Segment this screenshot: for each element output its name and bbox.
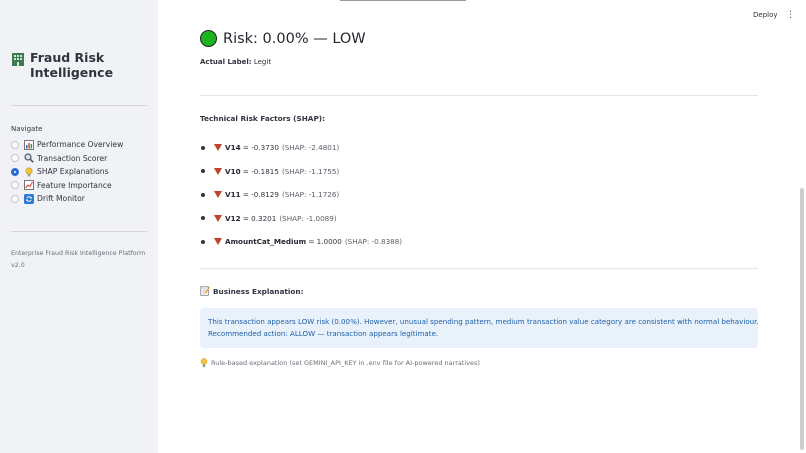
nav-item-label: Feature Importance	[37, 180, 112, 190]
factor-name: AmountCat_Medium	[225, 237, 307, 247]
down-triangle-icon	[214, 214, 222, 222]
radio-button[interactable]	[11, 140, 19, 149]
bar-chart-icon	[24, 139, 34, 150]
factor-name: V10	[225, 166, 241, 176]
section-divider	[200, 95, 758, 96]
sidebar: Fraud Risk Intelligence Navigate Perform…	[0, 0, 158, 453]
bullet-icon	[201, 239, 205, 244]
list-item: V11 = -0.8129 (SHAP: -1.1726)	[200, 183, 402, 207]
risk-factor-list: V14 = -0.3730 (SHAP: -2.4801) V10 = -0.18…	[200, 136, 402, 254]
app-title: Fraud Risk Intelligence	[30, 50, 114, 80]
building-icon	[12, 53, 24, 66]
radio-button[interactable]	[11, 154, 19, 163]
bullet-icon	[201, 169, 205, 174]
radio-button[interactable]	[11, 194, 19, 203]
factor-value: = 1.0000	[308, 237, 342, 247]
list-item: V14 = -0.3730 (SHAP: -2.4801)	[200, 136, 402, 160]
scrollbar-thumb[interactable]	[800, 188, 804, 450]
factor-shap: (SHAP: -1.0089)	[279, 213, 337, 223]
deploy-button[interactable]: Deploy	[753, 11, 778, 19]
top-scroll-indicator	[340, 0, 466, 1]
factor-shap: (SHAP: -0.8388)	[344, 237, 403, 247]
nav-label: Navigate	[11, 125, 43, 133]
actual-label: Actual Label: Legit	[200, 58, 271, 66]
factor-value: = -0.8129	[242, 190, 279, 200]
list-item: V12 = 0.3201 (SHAP: -1.0089)	[200, 207, 402, 231]
explanation-info-box: This transaction appears LOW risk (0.00%…	[200, 308, 759, 348]
sidebar-divider	[11, 231, 147, 232]
radio-button-selected[interactable]	[11, 167, 19, 176]
green-circle-icon	[200, 30, 217, 47]
nav-item-performance-overview[interactable]: Performance Overview	[11, 138, 123, 152]
lightbulb-icon	[200, 358, 208, 368]
technical-factors-title: Technical Risk Factors (SHAP):	[200, 114, 326, 123]
nav-item-label: SHAP Explanations	[37, 167, 109, 177]
down-triangle-icon	[214, 167, 222, 175]
factor-name: V12	[225, 213, 241, 223]
nav-item-transaction-scorer[interactable]: Transaction Scorer	[11, 152, 123, 166]
nav-item-shap-explanations[interactable]: SHAP Explanations	[11, 165, 123, 179]
factor-name: V14	[225, 143, 241, 153]
recommended-action-text: Recommended action: ALLOW — transaction …	[208, 329, 439, 338]
bullet-icon	[201, 192, 205, 197]
nav-item-feature-importance[interactable]: Feature Importance	[11, 179, 123, 193]
risk-heading: Risk: 0.00% — LOW	[200, 30, 366, 47]
business-explanation-title-text: Business Explanation:	[213, 286, 304, 296]
main-menu-kebab-icon[interactable]: ⋮	[786, 10, 795, 20]
factor-shap: (SHAP: -2.4801)	[281, 143, 340, 153]
nav-item-label: Performance Overview	[37, 140, 124, 150]
section-divider	[200, 268, 758, 269]
memo-icon	[200, 286, 210, 296]
nav-item-label: Transaction Scorer	[37, 153, 108, 163]
down-triangle-icon	[214, 191, 222, 199]
explanation-text: This transaction appears LOW risk (0.00%…	[208, 317, 759, 326]
down-triangle-icon	[214, 238, 222, 246]
factor-shap: (SHAP: -1.1755)	[281, 166, 340, 176]
magnifier-icon	[24, 153, 34, 164]
nav-item-drift-monitor[interactable]: Drift Monitor	[11, 192, 123, 206]
sidebar-footer: Enterprise Fraud Risk Intelligence Platf…	[11, 250, 146, 269]
factor-value: = -0.1815	[242, 166, 279, 176]
explanation-note: Rule-based explanation (set GEMINI_API_K…	[200, 358, 480, 368]
line-chart-icon	[24, 180, 34, 191]
radio-button[interactable]	[11, 181, 19, 190]
app-brand: Fraud Risk Intelligence	[11, 50, 151, 80]
actual-label-value: Legit	[253, 58, 272, 66]
risk-heading-text: Risk: 0.00% — LOW	[223, 30, 366, 47]
lightbulb-icon	[25, 167, 33, 177]
refresh-icon	[24, 193, 34, 204]
factor-value: = 0.3201	[242, 213, 277, 223]
actual-label-key: Actual Label:	[200, 58, 252, 66]
business-explanation-title: Business Explanation:	[200, 286, 304, 296]
nav-item-label: Drift Monitor	[37, 194, 85, 204]
bullet-icon	[201, 145, 205, 150]
list-item: V10 = -0.1815 (SHAP: -1.1755)	[200, 160, 402, 184]
explanation-note-text: Rule-based explanation (set GEMINI_API_K…	[211, 359, 480, 367]
list-item: AmountCat_Medium = 1.0000 (SHAP: -0.8388)	[200, 230, 402, 254]
nav-radio-group: Performance Overview Transaction Scorer …	[11, 138, 123, 206]
bullet-icon	[201, 216, 205, 221]
sidebar-divider	[11, 105, 147, 106]
factor-shap: (SHAP: -1.1726)	[281, 190, 340, 200]
factor-value: = -0.3730	[242, 143, 279, 153]
down-triangle-icon	[214, 144, 222, 152]
factor-name: V11	[225, 190, 241, 200]
